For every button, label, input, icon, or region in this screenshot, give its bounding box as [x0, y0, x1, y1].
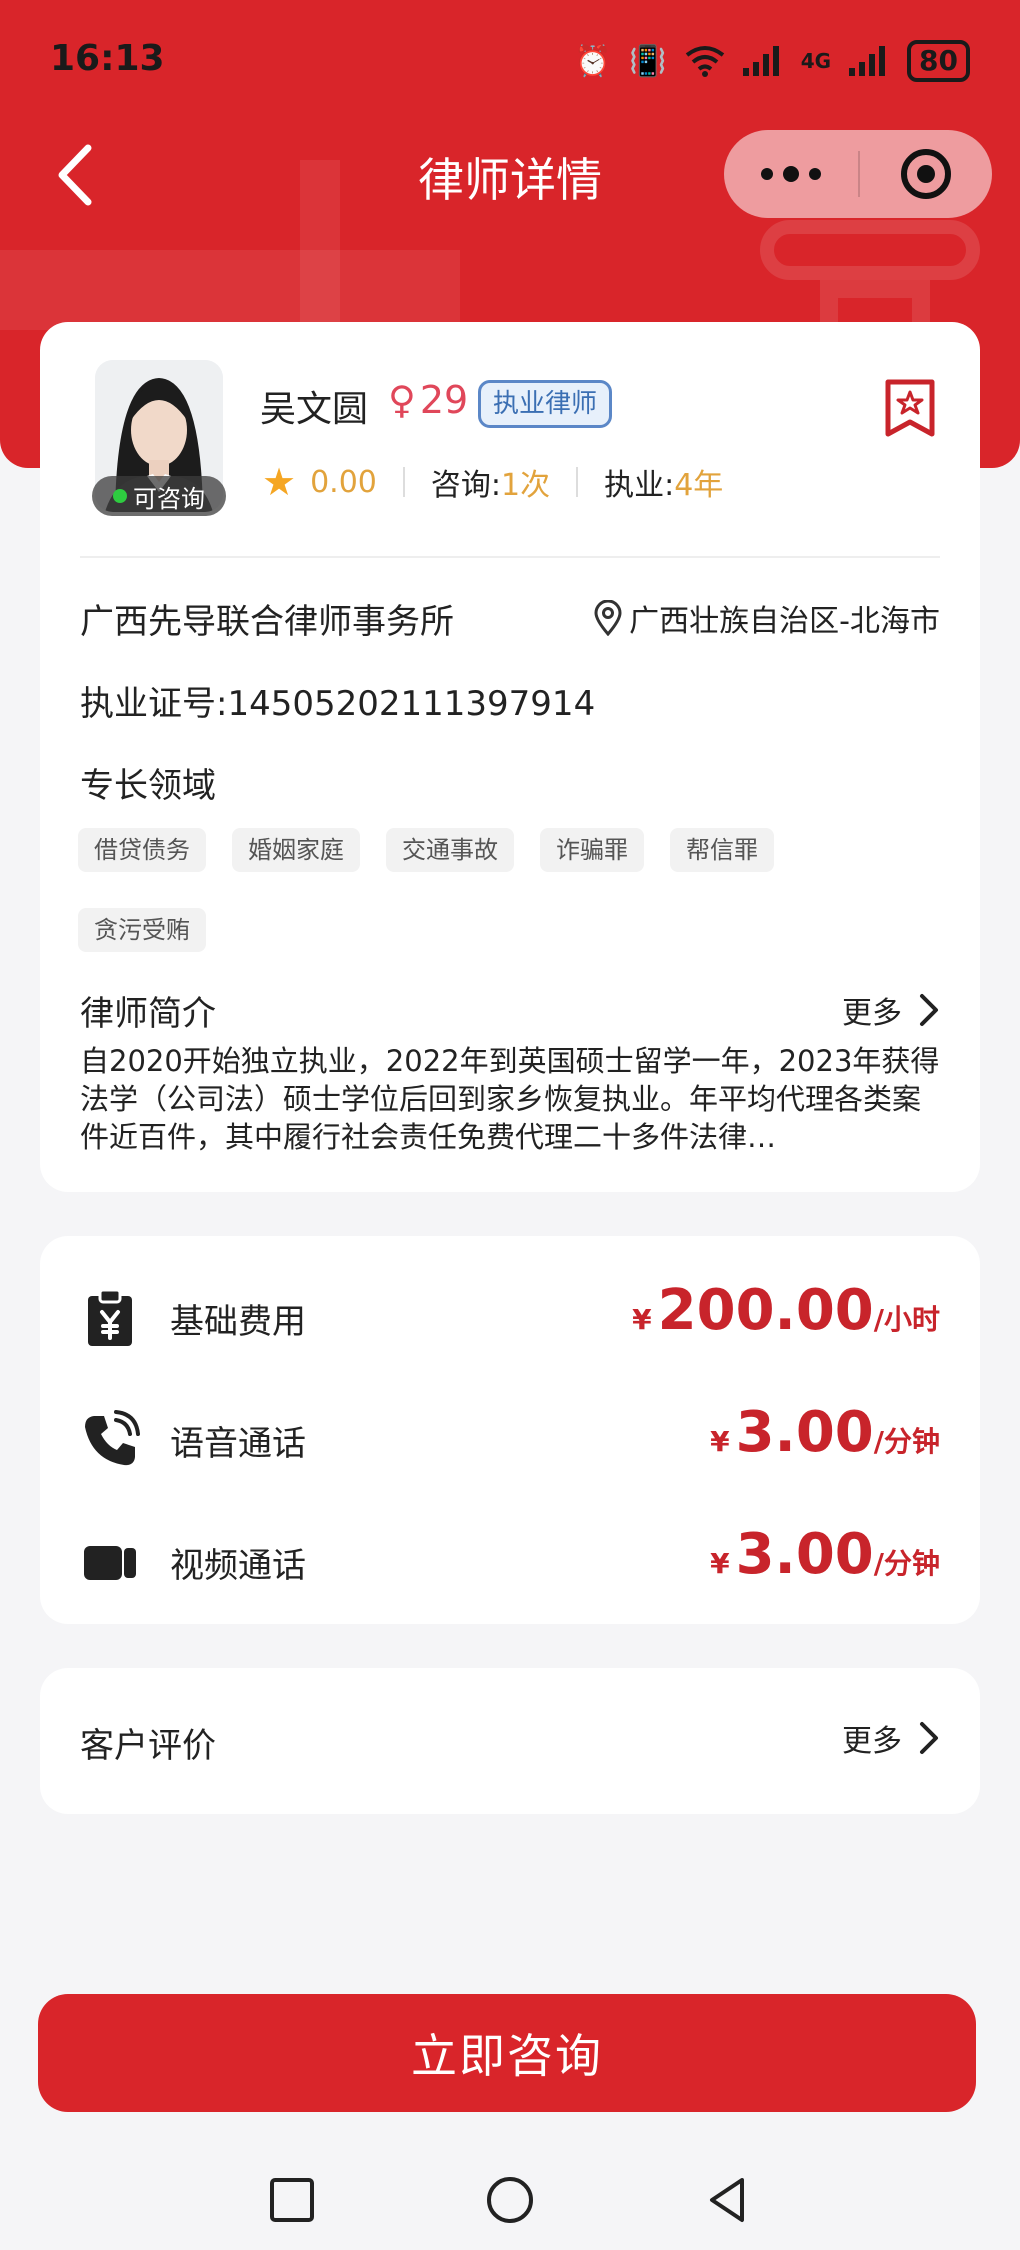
fee-row-video[interactable]: 视频通话 ¥ 3.00 /分钟	[80, 1522, 940, 1602]
fee-unit: /分钟	[873, 1547, 940, 1580]
phone-call-icon	[85, 1410, 140, 1466]
chevron-right-icon	[920, 1722, 938, 1754]
law-firm-name: 广西先导联合律师事务所	[80, 602, 454, 642]
alarm-icon: ⏰	[573, 43, 612, 79]
location: 广西壮族自治区-北海市	[593, 596, 940, 640]
fee-unit: /分钟	[873, 1425, 940, 1458]
fee-label: 视频通话	[170, 1546, 306, 1586]
fee-price: ¥ 200.00 /小时	[632, 1278, 940, 1343]
vibrate-icon: 📳	[629, 43, 667, 79]
availability-label: 可咨询	[133, 484, 205, 513]
consult-count: 1次	[500, 468, 551, 503]
video-camera-icon	[84, 1546, 136, 1580]
star-icon: ★	[262, 460, 297, 504]
system-nav-bar	[0, 2150, 1020, 2250]
status-bar: 16:13 ⏰ 📳 4G 80	[0, 0, 1020, 120]
signal-icon	[742, 46, 779, 76]
reviews-more-label: 更多	[842, 1724, 902, 1759]
target-icon	[901, 149, 951, 199]
signal-icon-2	[849, 46, 886, 76]
fee-row-basic[interactable]: 基础费用 ¥ 200.00 /小时	[80, 1278, 940, 1358]
license-number: 执业证号:14505202111397914	[80, 684, 596, 724]
gender-age: ♀ 29	[388, 378, 468, 422]
bio-more-label: 更多	[842, 996, 902, 1031]
specialty-title: 专长领域	[80, 766, 216, 806]
fee-amount: 3.00	[735, 1400, 874, 1465]
divider	[80, 556, 940, 558]
location-text: 广西壮族自治区-北海市	[629, 604, 940, 639]
reviews-card: 客户评价 更多	[40, 1668, 980, 1814]
specialty-tag: 贪污受贿	[78, 908, 206, 952]
consult-now-button[interactable]: 立即咨询	[38, 1994, 976, 2112]
battery-indicator: 80	[907, 40, 970, 82]
bio-more-link[interactable]: 更多	[842, 988, 940, 1032]
network-type: 4G	[800, 49, 832, 73]
fee-price: ¥ 3.00 /分钟	[710, 1400, 940, 1465]
specialty-tag: 交通事故	[386, 828, 514, 872]
rating-value: 0.00	[310, 464, 377, 500]
female-icon: ♀	[388, 378, 416, 422]
fee-price: ¥ 3.00 /分钟	[710, 1522, 940, 1587]
bio-text: 自2020开始独立执业，2022年到英国硕士留学一年，2023年获得法学（公司法…	[80, 1044, 940, 1154]
home-icon[interactable]	[480, 2170, 540, 2230]
practice-label: 执业:	[604, 468, 675, 503]
status-time: 16:13	[50, 38, 165, 79]
nav-bar: 律师详情	[0, 130, 1020, 220]
specialty-tag: 借贷债务	[78, 828, 206, 872]
bio-title: 律师简介	[80, 994, 216, 1034]
practice-years: 4年	[674, 468, 724, 503]
currency-symbol: ¥	[632, 1303, 652, 1336]
age-value: 29	[419, 378, 469, 422]
online-dot-icon	[113, 489, 127, 503]
consult-label: 咨询:	[430, 468, 501, 503]
favorite-icon[interactable]	[882, 378, 938, 438]
close-miniprogram-button[interactable]	[860, 130, 992, 218]
availability-badge: 可咨询	[92, 476, 226, 516]
currency-symbol: ¥	[710, 1547, 730, 1580]
chevron-right-icon	[920, 994, 938, 1026]
fee-amount: 200.00	[657, 1278, 874, 1343]
wifi-icon	[685, 46, 724, 77]
more-menu-button[interactable]	[724, 130, 858, 218]
location-pin-icon	[594, 600, 622, 636]
back-nav-icon[interactable]	[698, 2170, 758, 2230]
specialty-tag: 诈骗罪	[540, 828, 644, 872]
status-icons: ⏰ 📳 4G 80	[574, 40, 970, 82]
lawyer-profile-card: 可咨询 吴文圆 ♀ 29 执业律师 ★ 0.00 咨询: 1次 执业: 4年 广…	[40, 322, 980, 1192]
lawyer-name: 吴文圆	[260, 389, 369, 430]
licensed-badge: 执业律师	[478, 380, 613, 428]
reviews-title: 客户评价	[80, 1726, 216, 1766]
fees-card: 基础费用 ¥ 200.00 /小时 语音通话 ¥ 3.00 /分钟 视频通话 ¥…	[40, 1236, 980, 1624]
fee-row-voice[interactable]: 语音通话 ¥ 3.00 /分钟	[80, 1400, 940, 1480]
recents-icon[interactable]	[262, 2170, 322, 2230]
miniprogram-capsule	[724, 130, 992, 218]
specialty-tag: 帮信罪	[670, 828, 774, 872]
fee-label: 基础费用	[170, 1302, 306, 1342]
fee-label: 语音通话	[170, 1424, 306, 1464]
reviews-more-link[interactable]: 更多	[842, 1716, 940, 1760]
clipboard-yen-icon	[88, 1288, 132, 1346]
fee-amount: 3.00	[735, 1522, 874, 1587]
currency-symbol: ¥	[710, 1425, 730, 1458]
fee-unit: /小时	[873, 1303, 940, 1336]
specialty-tag: 婚姻家庭	[232, 828, 360, 872]
lawyer-stats: ★ 0.00 咨询: 1次 执业: 4年	[262, 460, 723, 504]
